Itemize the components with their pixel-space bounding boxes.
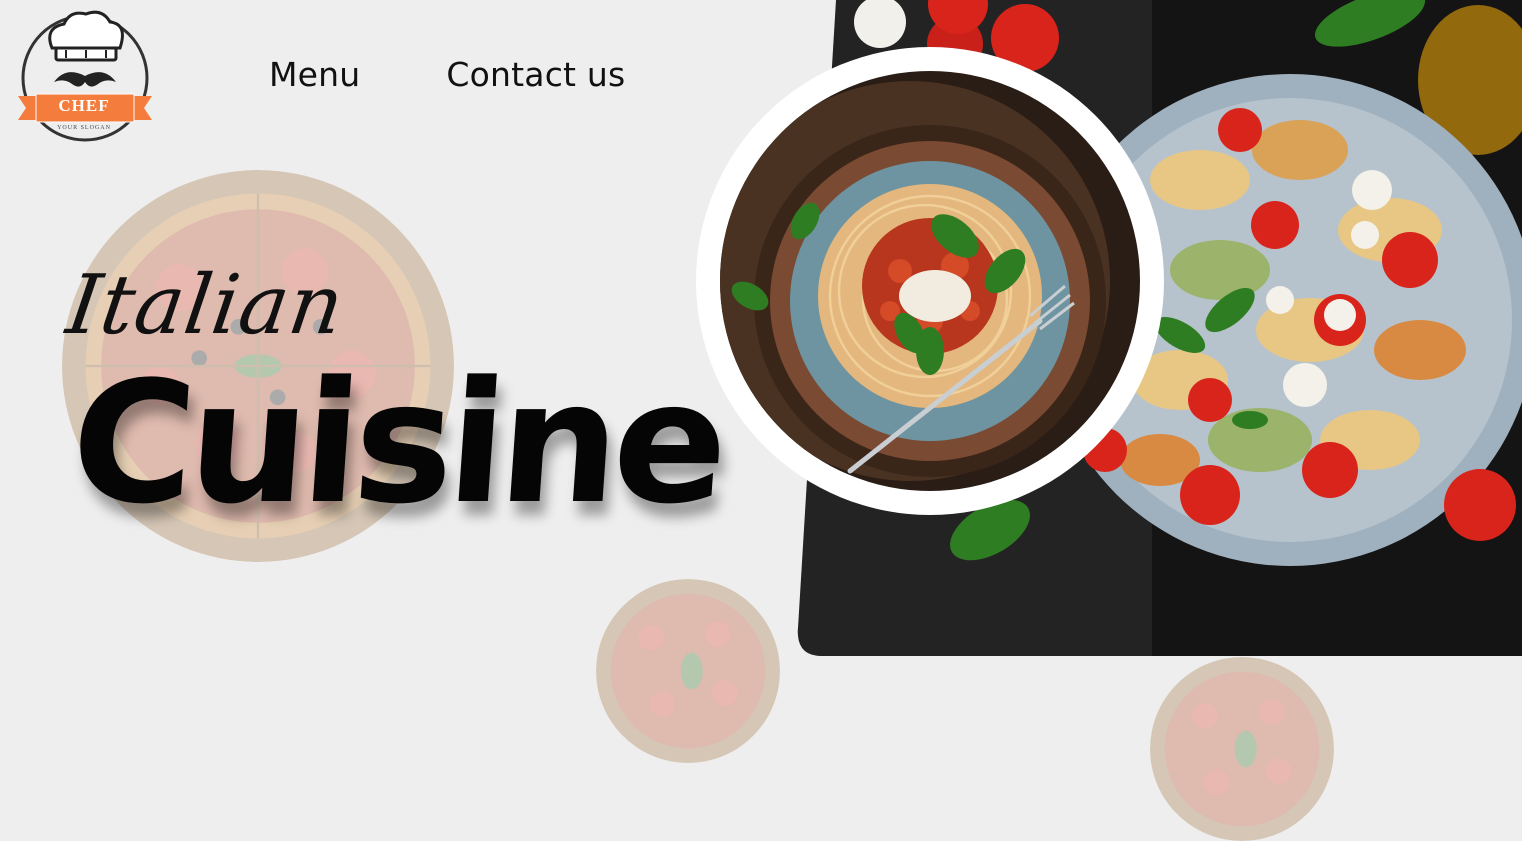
faded-pizza-small-2 — [1150, 657, 1334, 841]
main-nav: Menu Contact us — [269, 55, 625, 94]
nav-contact-link[interactable]: Contact us — [446, 55, 625, 94]
spaghetti-plate-image — [720, 71, 1140, 491]
hero-title-italian: Italian — [61, 258, 351, 353]
hero-title-cuisine: Cuisine — [65, 345, 729, 541]
logo-title: CHEF — [58, 96, 110, 115]
spaghetti-plate-frame — [696, 47, 1164, 515]
chef-logo[interactable]: CHEF YOUR SLOGAN — [14, 8, 156, 148]
logo-slogan: YOUR SLOGAN — [57, 125, 111, 131]
faded-pizza-small-1 — [596, 579, 780, 763]
nav-menu-link[interactable]: Menu — [269, 55, 360, 94]
